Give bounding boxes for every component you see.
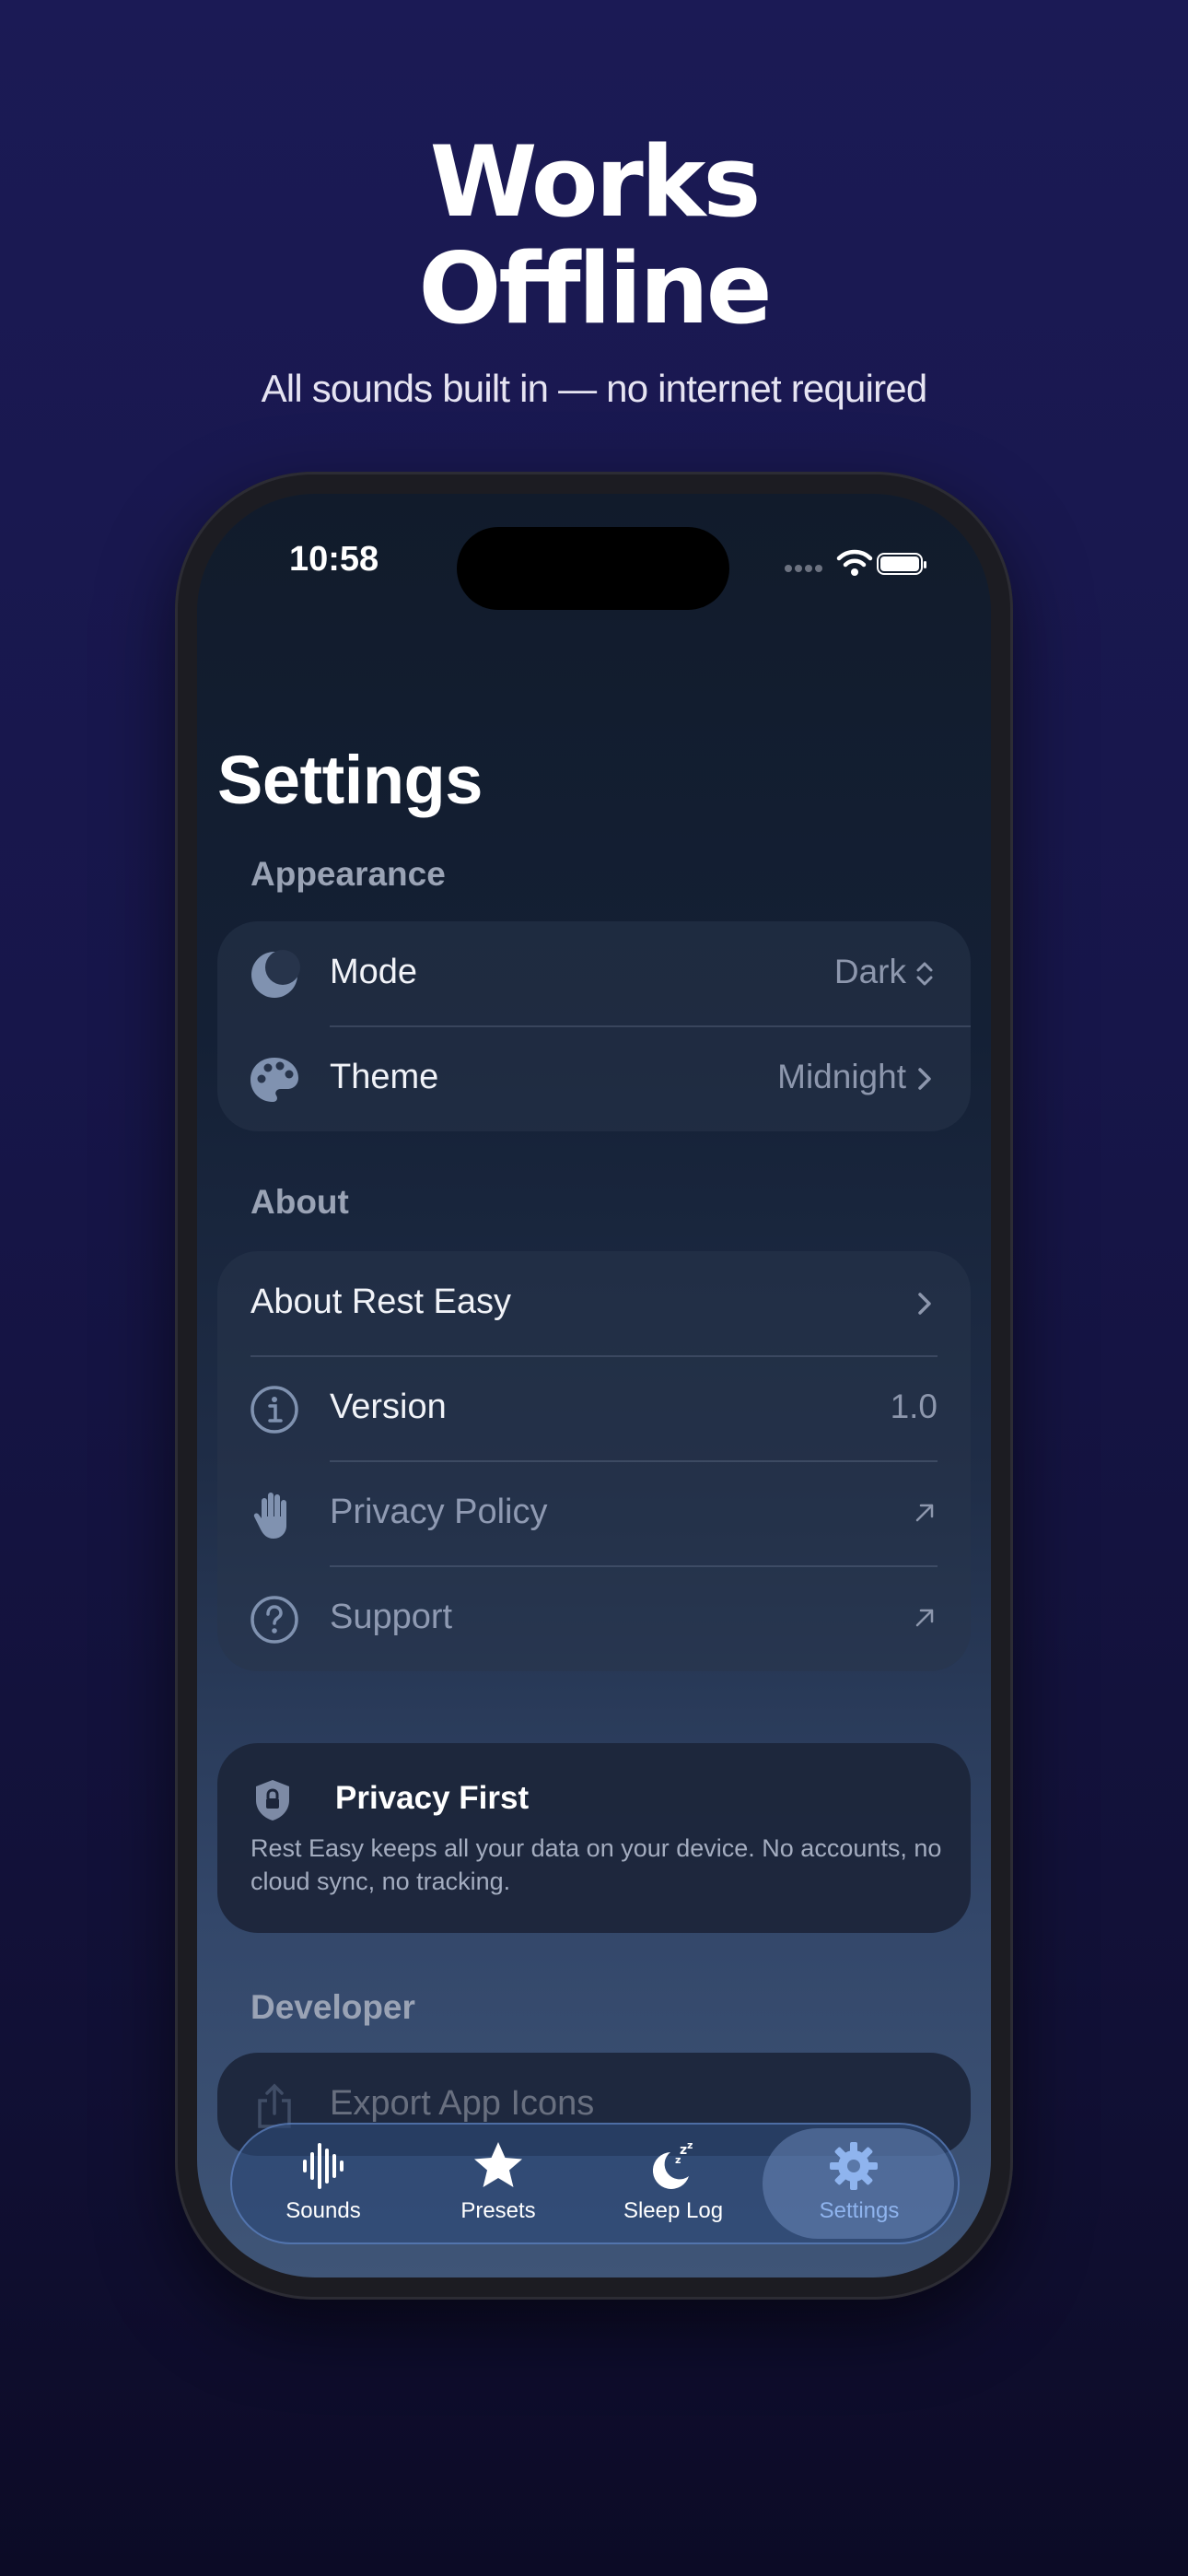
battery-icon	[877, 553, 926, 575]
section-label-about: About	[250, 1183, 349, 1221]
theme-value: Midnight	[777, 1058, 906, 1095]
theme-row[interactable]: Theme Midnight	[217, 1026, 971, 1131]
appearance-card: Mode Dark Theme Midnight	[217, 921, 971, 1131]
external-link-icon	[915, 1609, 934, 1627]
up-down-chevron-icon	[916, 962, 933, 986]
support-label: Support	[330, 1598, 453, 1636]
about-app-row[interactable]: About Rest Easy	[217, 1251, 971, 1356]
version-value: 1.0	[890, 1388, 938, 1425]
svg-text:z: z	[687, 2139, 693, 2151]
tab-sounds[interactable]: Sounds	[232, 2125, 414, 2242]
mode-label: Mode	[330, 953, 418, 991]
about-card: About Rest Easy Version 1.0 Privacy Poli…	[217, 1251, 971, 1671]
status-time: 10:58	[289, 540, 379, 579]
about-app-label: About Rest Easy	[250, 1282, 512, 1321]
section-label-developer: Developer	[250, 1988, 415, 2026]
tab-sleep-log[interactable]: z z z Sleep Log	[582, 2125, 764, 2242]
promo-headline: Works Offline	[0, 129, 1188, 343]
moon-zzz-icon: z z z	[652, 2139, 693, 2189]
hand-icon	[253, 1493, 286, 1539]
external-link-icon	[915, 1504, 934, 1522]
star-icon	[474, 2142, 522, 2187]
promo-subheadline: All sounds built in — no internet requir…	[261, 367, 928, 410]
gear-icon	[830, 2142, 878, 2190]
info-icon	[250, 1386, 298, 1434]
privacy-first-body: Rest Easy keeps all your data on your de…	[250, 1834, 942, 1895]
tab-settings[interactable]: Settings	[757, 2125, 954, 2242]
tab-presets[interactable]: Presets	[407, 2125, 589, 2242]
privacy-first-card: Privacy First Rest Easy keeps all your d…	[217, 1743, 971, 1933]
status-icons	[768, 545, 943, 582]
signal-icon	[785, 560, 825, 577]
palette-icon	[250, 1058, 298, 1102]
dynamic-island	[457, 527, 729, 610]
privacy-policy-row[interactable]: Privacy Policy	[217, 1461, 971, 1566]
phone-frame: 10:58 Settings Appearance Mode Dark Them…	[175, 472, 1013, 2300]
theme-label: Theme	[330, 1058, 439, 1096]
shield-lock-icon	[256, 1780, 289, 1821]
tab-sounds-label: Sounds	[285, 2198, 361, 2223]
chevron-right-icon	[918, 1293, 931, 1315]
headline-line-2: Offline	[418, 232, 772, 345]
tab-sleep-log-label: Sleep Log	[623, 2198, 724, 2223]
chevron-right-icon	[918, 1068, 931, 1090]
wifi-icon	[836, 549, 873, 576]
svg-text:z: z	[675, 2154, 681, 2166]
mode-row[interactable]: Mode Dark	[217, 921, 971, 1026]
moon-icon	[251, 950, 300, 998]
export-icons-label: Export App Icons	[330, 2084, 595, 2123]
headline-line-1: Works	[429, 125, 762, 239]
tab-presets-label: Presets	[460, 2198, 536, 2223]
waveform-icon	[303, 2143, 344, 2189]
version-row: Version 1.0	[217, 1356, 971, 1461]
tab-bar: Sounds Presets z z z Sleep Log Settings	[230, 2123, 960, 2244]
privacy-first-title: Privacy First	[335, 1780, 530, 1816]
version-label: Version	[330, 1388, 447, 1426]
section-label-appearance: Appearance	[250, 855, 446, 893]
phone-screen: 10:58 Settings Appearance Mode Dark Them…	[197, 494, 991, 2277]
question-icon	[250, 1596, 298, 1644]
support-row[interactable]: Support	[217, 1566, 971, 1671]
tab-settings-label: Settings	[819, 2198, 900, 2223]
privacy-policy-label: Privacy Policy	[330, 1493, 548, 1531]
page-title: Settings	[217, 742, 483, 818]
mode-value: Dark	[833, 953, 906, 990]
